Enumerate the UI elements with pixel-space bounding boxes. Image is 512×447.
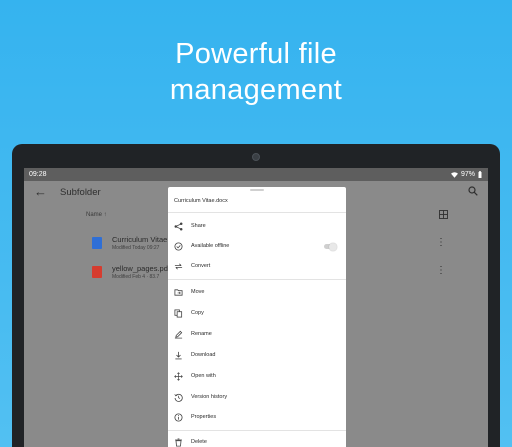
share-icon [174,222,183,231]
camera-icon [252,153,260,161]
divider [168,212,346,213]
back-arrow-icon[interactable]: ← [34,185,47,199]
file-name: yellow_pages.pdf [112,264,170,273]
menu-item-rename[interactable]: Rename [168,326,346,344]
menu-item-properties[interactable]: Properties [168,409,346,427]
menu-item-share[interactable]: Share [168,218,346,236]
convert-icon [174,263,183,270]
rename-icon [174,330,183,339]
menu-item-move[interactable]: Move [168,284,346,302]
copy-icon [174,309,183,318]
file-meta: Modified Feb 4 · 83.7 [112,274,160,280]
headline-line-1: Powerful file [175,38,337,70]
status-bar: 09:28 97% [24,168,488,181]
offline-icon [174,242,183,251]
menu-item-copy[interactable]: Copy [168,305,346,323]
menu-item-download[interactable]: Download [168,347,346,365]
menu-item-delete[interactable]: Delete [168,434,346,447]
battery-icon [478,171,482,178]
app-screen: 09:28 97% ← Subfolder Name ↑ Curriculum … [24,168,488,447]
menu-item-convert[interactable]: Convert [168,258,346,276]
sort-header[interactable]: Name ↑ [86,212,107,218]
drag-handle[interactable] [250,189,264,191]
promo-headline: Powerful file management [0,36,512,108]
menu-label: Rename [191,331,212,337]
pdf-document-icon [92,266,102,278]
menu-label: Copy [191,310,204,316]
menu-item-version-history[interactable]: Version history [168,389,346,407]
open-with-icon [174,372,183,381]
folder-title: Subfolder [60,187,101,198]
menu-label: Delete [191,439,207,445]
battery-percent: 97% [460,171,475,178]
menu-label: Open with [191,373,216,379]
delete-icon [175,438,182,447]
divider [168,430,346,431]
more-options-icon[interactable]: ⋮ [436,238,446,248]
wifi-icon [450,171,458,178]
file-actions-sheet: Curriculum Vitae.docx Share Available of… [168,187,346,447]
menu-label: Share [191,223,206,229]
headline-line-2: management [169,74,343,106]
more-options-icon[interactable]: ⋮ [436,266,446,276]
file-meta: Modified Today 09:27 [112,245,160,251]
menu-label: Properties [191,414,217,420]
sheet-title: Curriculum Vitae.docx [174,198,228,204]
word-document-icon [92,237,102,249]
toggle-knob [329,242,337,251]
status-time: 09:28 [29,171,47,178]
download-icon [175,351,182,360]
search-icon[interactable] [468,186,478,196]
menu-label: Version history [191,394,228,400]
menu-item-open-with[interactable]: Open with [168,368,346,386]
info-icon [174,413,183,422]
move-icon [174,289,183,296]
history-icon [174,393,183,402]
menu-label: Available offline [191,243,230,249]
divider [168,279,346,280]
file-name: Curriculum Vitae [112,235,168,244]
menu-label: Move [191,289,205,295]
offline-toggle[interactable] [324,242,337,251]
menu-label: Convert [191,263,211,269]
menu-item-available-offline[interactable]: Available offline [168,238,346,256]
menu-label: Download [191,352,216,358]
grid-view-icon[interactable] [439,210,448,219]
